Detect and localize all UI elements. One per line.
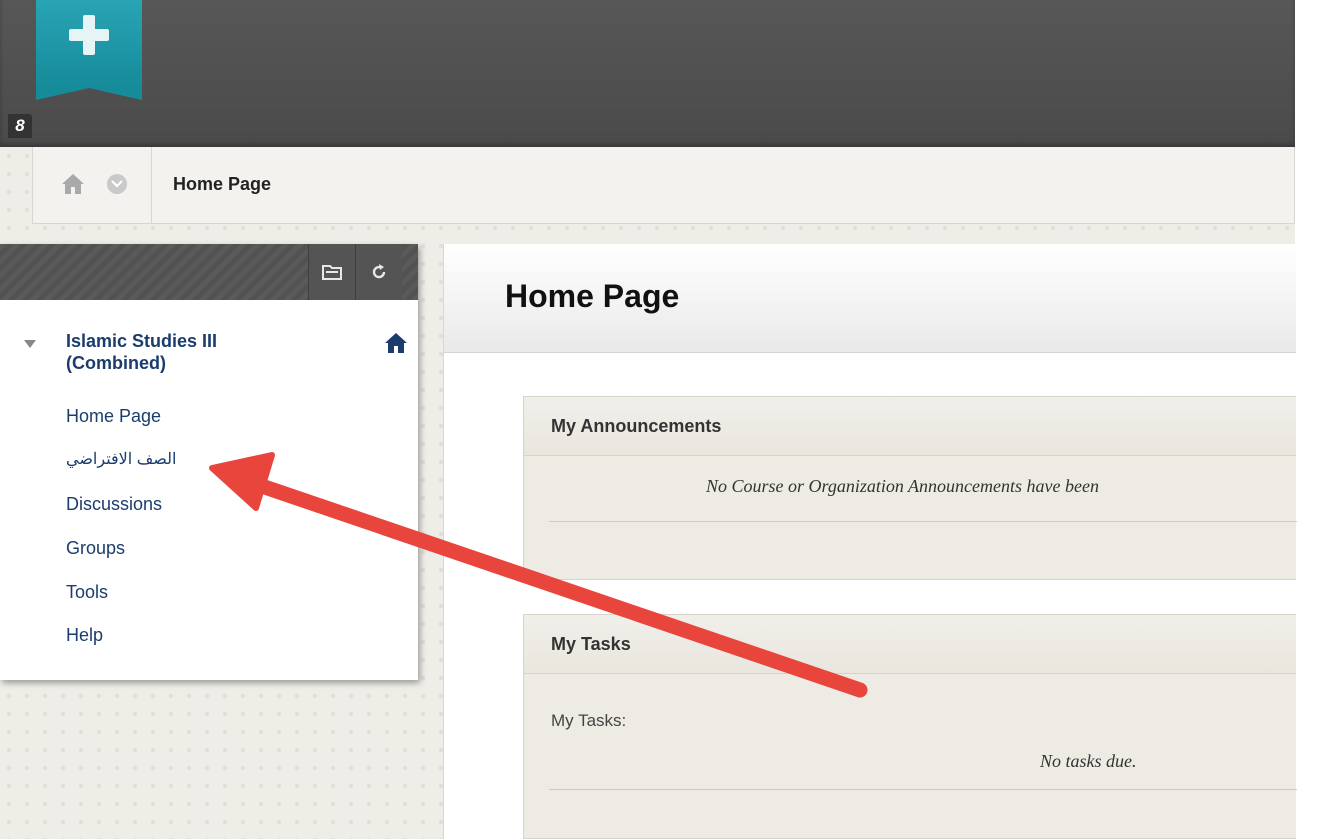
top-header: 8 [0, 0, 1295, 147]
menu-item-help[interactable]: Help [66, 625, 103, 646]
announcements-module: My Announcements No Course or Organizati… [523, 396, 1297, 580]
collapse-triangle-icon[interactable] [24, 340, 36, 348]
tasks-label: My Tasks: [551, 711, 627, 730]
breadcrumb-divider [151, 147, 152, 223]
module-header: My Tasks [524, 615, 1296, 674]
course-menu: Islamic Studies III (Combined) Home Page… [0, 244, 418, 680]
module-header: My Announcements [524, 397, 1296, 456]
page-title: Home Page [505, 278, 680, 314]
right-edge [1295, 0, 1318, 839]
content-frame: Home Page My Announcements No Course or … [443, 244, 1297, 839]
page-header: Home Page [444, 244, 1296, 353]
menu-item-groups[interactable]: Groups [66, 538, 125, 559]
folder-view-button[interactable] [308, 244, 355, 300]
module-title[interactable]: My Announcements [551, 416, 721, 437]
link-icon[interactable]: 8 [8, 114, 32, 138]
refresh-icon [372, 264, 386, 279]
tasks-empty-text: No tasks due. [1040, 751, 1137, 771]
home-icon[interactable] [61, 173, 85, 195]
tasks-module: My Tasks My Tasks: No tasks due. [523, 614, 1297, 839]
divider [549, 521, 1297, 522]
course-home-icon[interactable] [384, 332, 408, 354]
chevron-down-icon[interactable] [107, 174, 127, 194]
course-menu-toolbar [0, 244, 418, 300]
menu-item-discussions[interactable]: Discussions [66, 494, 162, 515]
announcements-empty-text: No Course or Organization Announcements … [706, 476, 1099, 496]
menu-item-home-page[interactable]: Home Page [66, 406, 161, 427]
course-title-link[interactable]: Islamic Studies III (Combined) [66, 330, 306, 374]
divider [549, 789, 1297, 790]
breadcrumb-current: Home Page [173, 174, 272, 194]
menu-item-virtual-classroom[interactable]: الصف الافتراضي [66, 449, 176, 469]
module-title[interactable]: My Tasks [551, 634, 631, 655]
plus-icon[interactable] [66, 12, 112, 58]
folder-view-icon [322, 265, 342, 280]
menu-item-tools[interactable]: Tools [66, 582, 108, 603]
breadcrumb: Home Page [32, 147, 1295, 224]
refresh-button[interactable] [355, 244, 402, 300]
